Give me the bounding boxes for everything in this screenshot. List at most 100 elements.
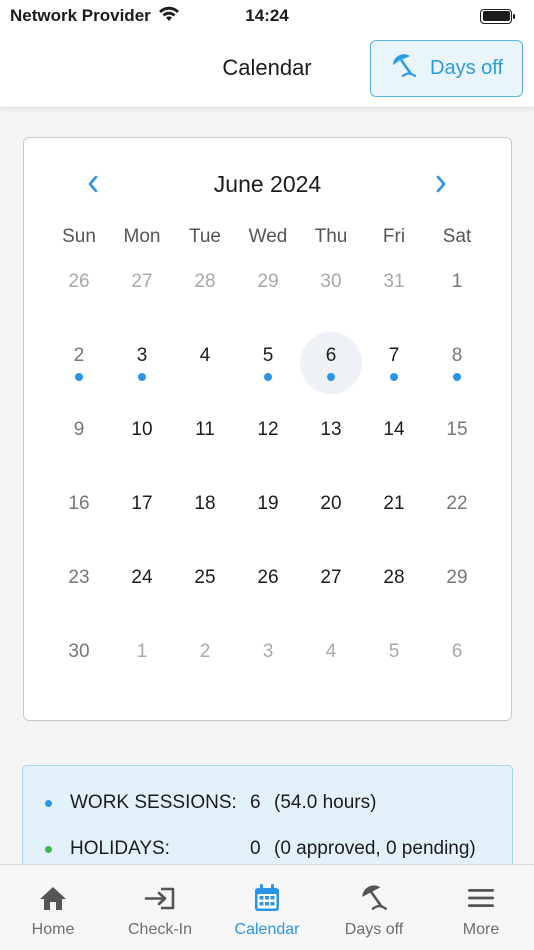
calendar-day-number: 22 [446,493,468,514]
wifi-icon [158,6,180,27]
tab-check-in-label: Check-In [127,921,193,938]
calendar-card: June 2024 Sun Mon Tue Wed Thu Fri Sat 26 27 28 29… [23,137,512,721]
calendar-day-number: 2 [199,641,211,662]
calendar-day[interactable]: 2 [48,332,110,394]
calendar-day-number: 21 [383,493,405,514]
tab-more-label: More [462,921,500,938]
tab-check-in[interactable]: Check-In [107,865,213,950]
status-left: Network Provider [10,6,180,27]
calendar-day-number: 3 [136,345,148,366]
calendar-day[interactable]: 3 [237,628,299,690]
calendar-day[interactable]: 6 [426,628,488,690]
days-off-button[interactable]: Days off [370,40,523,97]
calendar-day[interactable]: 20 [300,480,362,542]
calendar-icon [253,883,281,913]
calendar-day[interactable]: 1 [111,628,173,690]
holidays-bullet [45,846,52,853]
calendar-day[interactable]: 3 [111,332,173,394]
beach-umbrella-icon [390,52,418,86]
calendar-day[interactable]: 29 [426,554,488,616]
calendar-day-number: 26 [68,271,90,292]
calendar-day[interactable]: 16 [48,480,110,542]
tab-days-off[interactable]: Days off [321,865,427,950]
calendar-day-number: 17 [131,493,153,514]
calendar-day[interactable]: 2 [174,628,236,690]
work-session-dot [138,373,146,381]
check-in-icon [143,883,177,913]
calendar-day[interactable]: 14 [363,406,425,468]
weekday-header: Sun Mon Tue Wed Thu Fri Sat [24,226,511,254]
calendar-day[interactable]: 28 [363,554,425,616]
calendar-day-number: 9 [73,419,85,440]
calendar-day[interactable]: 1 [426,258,488,320]
calendar-day-number: 1 [451,271,463,292]
battery-icon [480,8,515,24]
calendar-day[interactable]: 31 [363,258,425,320]
calendar-day[interactable]: 4 [174,332,236,394]
work-session-dot [453,373,461,381]
calendar-day-number: 29 [257,271,279,292]
next-month-button[interactable] [429,172,453,196]
calendar-day[interactable]: 27 [111,258,173,320]
calendar-day-number: 11 [195,419,215,440]
calendar-day[interactable]: 10 [111,406,173,468]
weekday-label: Tue [188,226,222,247]
calendar-day[interactable]: 4 [300,628,362,690]
calendar-day[interactable]: 23 [48,554,110,616]
calendar-day[interactable]: 11 [174,406,236,468]
calendar-day[interactable]: 15 [426,406,488,468]
calendar-day[interactable]: 7 [363,332,425,394]
days-off-button-label: Days off [430,57,503,79]
calendar-day-number: 20 [320,493,342,514]
calendar-day-number: 10 [131,419,153,440]
calendar-day-number: 3 [262,641,274,662]
calendar-day-number: 24 [131,567,153,588]
calendar-day[interactable]: 17 [111,480,173,542]
navigation-bar: Calendar Days off [0,32,534,108]
calendar-day[interactable]: 26 [48,258,110,320]
calendar-day[interactable]: 12 [237,406,299,468]
calendar-day-number: 29 [446,567,468,588]
calendar-day-number: 27 [320,567,342,588]
tab-calendar[interactable]: Calendar [214,865,320,950]
calendar-day[interactable]: 18 [174,480,236,542]
month-header: June 2024 [24,166,511,202]
tab-more[interactable]: More [428,865,534,950]
work-sessions-count: 6 [250,792,261,813]
calendar-day[interactable]: 22 [426,480,488,542]
calendar-day-number: 14 [383,419,405,440]
calendar-day[interactable]: 30 [300,258,362,320]
calendar-day[interactable]: 25 [174,554,236,616]
calendar-day[interactable]: 26 [237,554,299,616]
calendar-day[interactable]: 30 [48,628,110,690]
calendar-day-number: 5 [262,345,274,366]
status-bar: Network Provider 14:24 [0,0,534,32]
calendar-day[interactable]: 13 [300,406,362,468]
calendar-day[interactable]: 8 [426,332,488,394]
holidays-detail: (0 approved, 0 pending) [274,838,476,859]
weekday-label: Thu [314,226,348,247]
calendar-day[interactable]: 19 [237,480,299,542]
tab-home[interactable]: Home [0,865,106,950]
calendar-day[interactable]: 29 [237,258,299,320]
calendar-day-number: 31 [383,271,405,292]
calendar-day-number: 4 [199,345,211,366]
calendar-day-number: 25 [194,567,216,588]
calendar-day-number: 6 [325,345,337,366]
calendar-day-number: 2 [73,345,85,366]
calendar-day-number: 23 [68,567,90,588]
calendar-day[interactable]: 27 [300,554,362,616]
calendar-day[interactable]: 9 [48,406,110,468]
weekday-label: Sat [442,226,472,247]
calendar-day-number: 15 [446,419,468,440]
work-session-dot [327,373,335,381]
calendar-day[interactable]: 21 [363,480,425,542]
calendar-day-selected[interactable]: 6 [300,332,362,394]
calendar-day-number: 13 [320,419,342,440]
calendar-day[interactable]: 5 [237,332,299,394]
chevron-right-icon [436,175,446,193]
weekday-label: Wed [248,226,288,247]
calendar-day[interactable]: 5 [363,628,425,690]
calendar-day[interactable]: 28 [174,258,236,320]
calendar-day[interactable]: 24 [111,554,173,616]
